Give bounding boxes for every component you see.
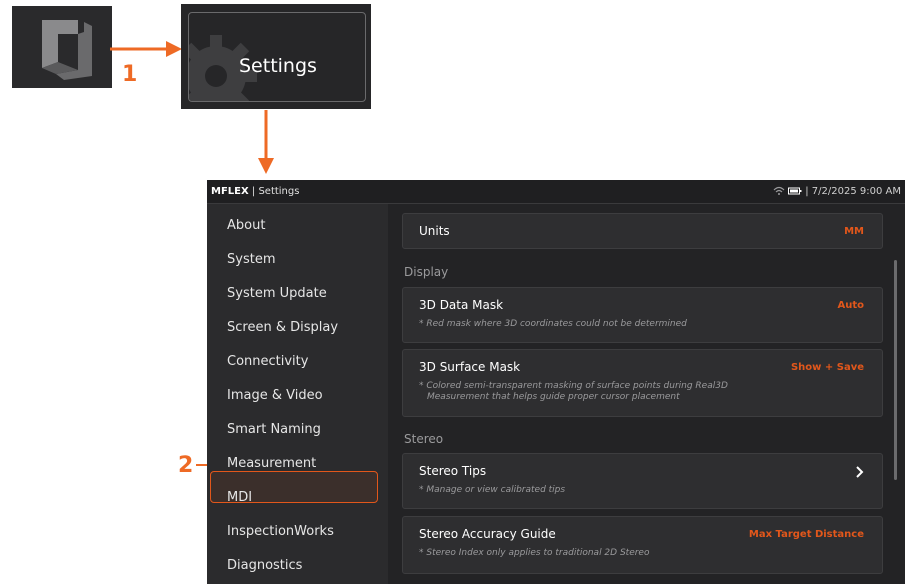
surface-mask-desc-2: Measurement that helps guide proper curs…: [427, 392, 680, 402]
sidebar-item-inspectionworks[interactable]: InspectionWorks: [227, 524, 334, 539]
step-1-label: 1: [122, 62, 138, 87]
sidebar-item-diagnostics[interactable]: Diagnostics: [227, 558, 302, 573]
app-title: MFLEX | Settings: [211, 180, 299, 203]
title-separator: |: [248, 186, 259, 197]
settings-content: Units MM Display 3D Data Mask Auto * Red…: [388, 204, 905, 584]
device-screen: MFLEX | Settings | 7/2/2025 9:00 AM Abou…: [207, 180, 905, 584]
stereo-tips-desc: * Manage or view calibrated tips: [419, 485, 566, 495]
page-title: Settings: [258, 186, 300, 197]
accuracy-guide-title: Stereo Accuracy Guide: [419, 527, 556, 541]
surface-mask-title: 3D Surface Mask: [419, 360, 521, 374]
section-stereo: Stereo: [404, 432, 444, 446]
stereo-tips-title: Stereo Tips: [419, 464, 487, 478]
sidebar-item-about[interactable]: About: [227, 218, 265, 233]
settings-sidebar: About System System Update Screen & Disp…: [207, 204, 387, 584]
sidebar-item-image-video[interactable]: Image & Video: [227, 388, 323, 403]
sidebar-item-smart-naming[interactable]: Smart Naming: [227, 422, 321, 437]
sidebar-item-system-update[interactable]: System Update: [227, 286, 327, 301]
accuracy-guide-value: Max Target Distance: [748, 529, 864, 540]
sidebar-item-screen-display[interactable]: Screen & Display: [227, 320, 338, 335]
units-row[interactable]: Units MM: [402, 213, 883, 249]
wifi-icon: [773, 186, 785, 195]
waygate-logo-icon: [42, 20, 92, 80]
data-mask-title: 3D Data Mask: [419, 298, 504, 312]
stereo-tips-row[interactable]: Stereo Tips * Manage or view calibrated …: [402, 453, 883, 509]
top-bar: MFLEX | Settings | 7/2/2025 9:00 AM: [207, 180, 905, 204]
sidebar-item-system[interactable]: System: [227, 252, 275, 267]
surface-mask-row[interactable]: 3D Surface Mask Show + Save * Colored se…: [402, 349, 883, 417]
data-mask-row[interactable]: 3D Data Mask Auto * Red mask where 3D co…: [402, 287, 883, 343]
app-logo-tile[interactable]: [12, 6, 112, 88]
section-display: Display: [404, 265, 449, 279]
chevron-right-icon: [856, 466, 864, 478]
units-title: Units: [419, 224, 450, 238]
sidebar-item-connectivity[interactable]: Connectivity: [227, 354, 308, 369]
data-mask-desc: * Red mask where 3D coordinates could no…: [419, 319, 687, 329]
arrow-right-icon: [110, 41, 182, 57]
brand-label: MFLEX: [211, 186, 249, 197]
data-mask-value: Auto: [837, 300, 864, 311]
status-area: | 7/2/2025 9:00 AM: [773, 180, 901, 203]
step-2-label: 2: [178, 453, 194, 478]
surface-mask-desc-1: * Colored semi-transparent masking of su…: [419, 381, 728, 391]
arrow-down-icon: [258, 110, 274, 174]
datetime: 7/2/2025 9:00 AM: [811, 186, 901, 197]
settings-tile[interactable]: Settings: [181, 4, 371, 109]
sidebar-item-mdi[interactable]: MDI: [227, 490, 252, 505]
units-value: MM: [844, 226, 864, 237]
status-separator: |: [805, 186, 809, 197]
battery-icon: [788, 187, 802, 195]
accuracy-guide-row[interactable]: Stereo Accuracy Guide Max Target Distanc…: [402, 516, 883, 574]
settings-label: Settings: [239, 55, 317, 77]
sidebar-item-measurement[interactable]: Measurement: [227, 456, 316, 471]
accuracy-guide-desc: * Stereo Index only applies to tradition…: [419, 548, 650, 558]
surface-mask-value: Show + Save: [790, 362, 864, 373]
scrollbar[interactable]: [894, 260, 897, 480]
